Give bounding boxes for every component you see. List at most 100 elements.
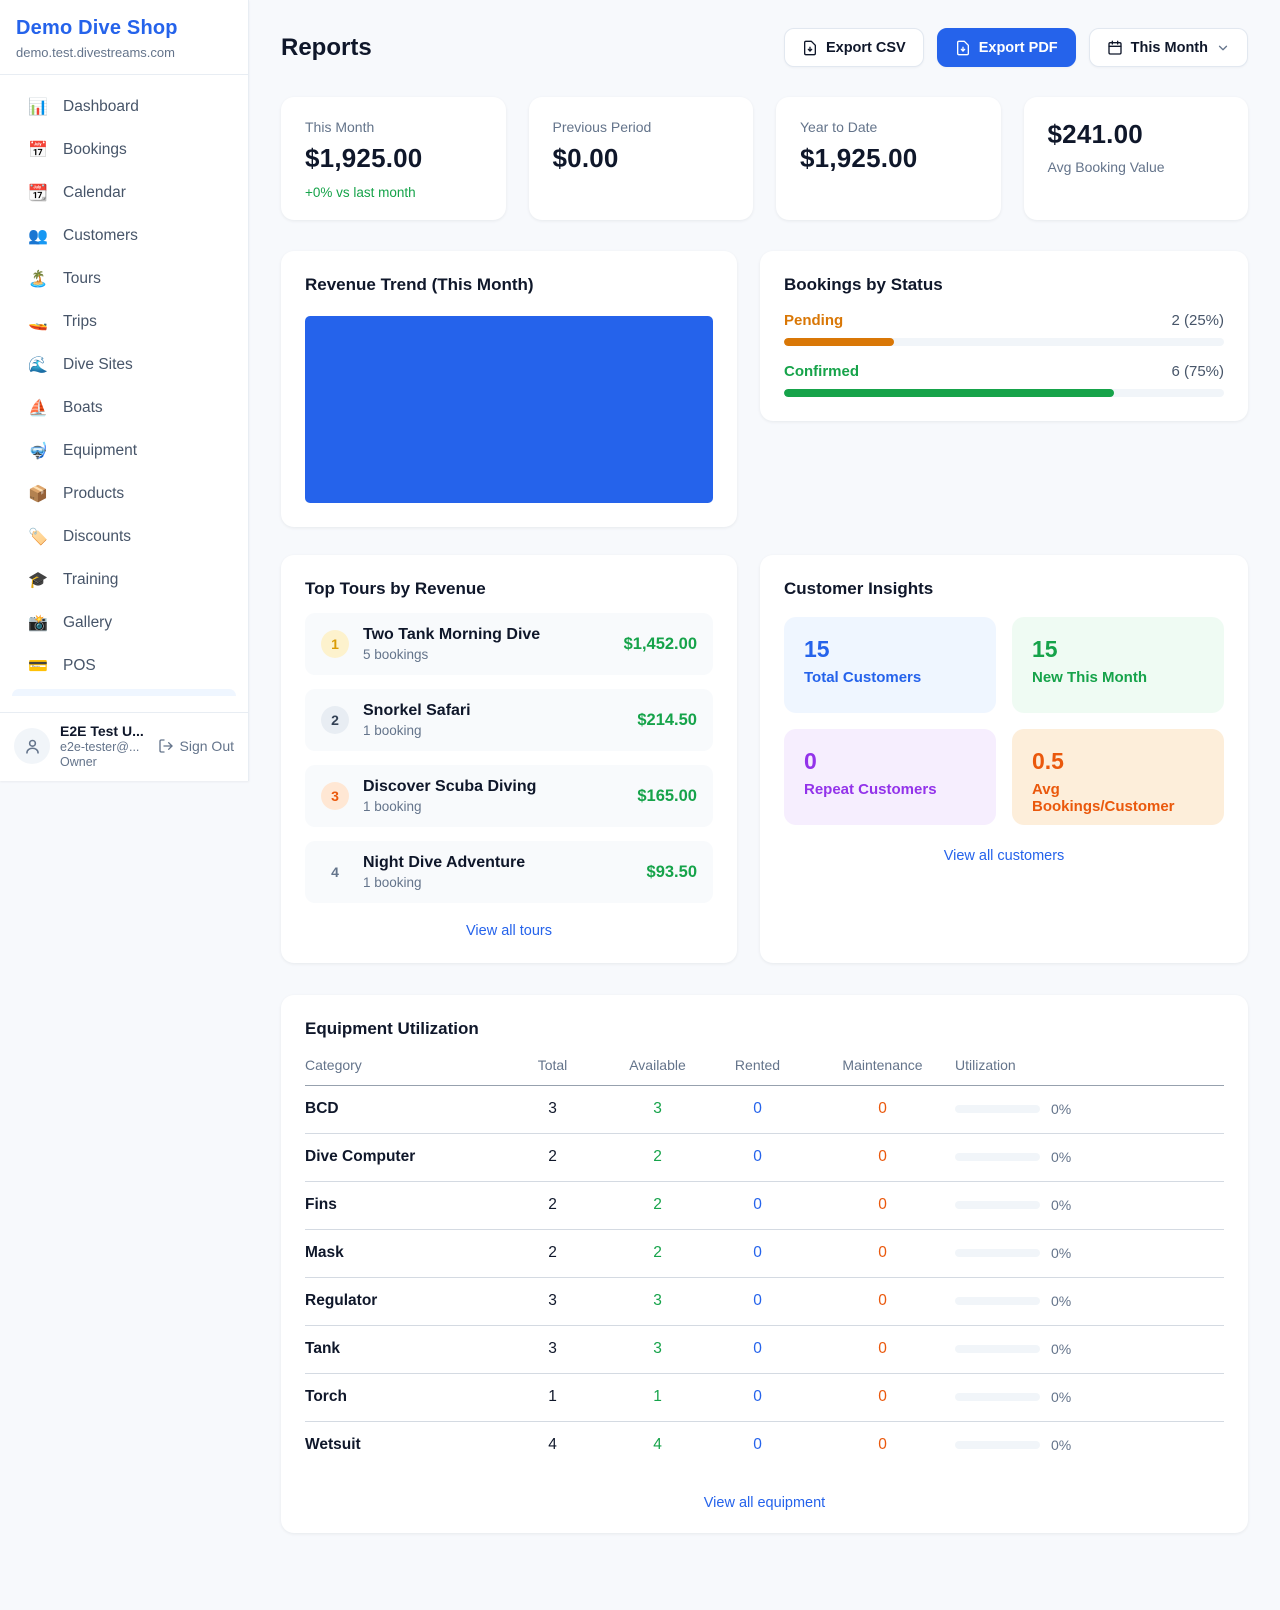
- period-dropdown[interactable]: This Month: [1089, 28, 1248, 67]
- sidebar-item-discounts[interactable]: 🏷️ Discounts: [0, 515, 248, 558]
- status-label-confirmed: Confirmed: [784, 363, 859, 380]
- brand-block: Demo Dive Shop demo.test.divestreams.com: [0, 0, 248, 75]
- view-all-customers-link[interactable]: View all customers: [784, 848, 1224, 864]
- view-all-equipment-link[interactable]: View all equipment: [305, 1495, 1224, 1511]
- export-pdf-button[interactable]: Export PDF: [937, 28, 1076, 67]
- progress-track: [784, 389, 1224, 397]
- cell-maintenance: 0: [810, 1388, 955, 1406]
- table-row-mask: Mask 2 2 0 0 0%: [305, 1230, 1224, 1278]
- cell-maintenance: 0: [810, 1244, 955, 1262]
- sidebar-item-trips[interactable]: 🚤 Trips: [0, 300, 248, 343]
- period-label: This Month: [1131, 40, 1208, 56]
- cell-total: 2: [495, 1196, 610, 1214]
- sidebar-item-dive-sites[interactable]: 🌊 Dive Sites: [0, 343, 248, 386]
- rank-badge: 3: [321, 782, 349, 810]
- tour-row[interactable]: 1 Two Tank Morning Dive 5 bookings $1,45…: [305, 613, 713, 675]
- sidebar-item-label: Dashboard: [63, 98, 139, 116]
- bookings-by-status-card: Bookings by Status Pending 2 (25%) Confi…: [760, 251, 1248, 421]
- sidebar-item-label: Bookings: [63, 141, 127, 159]
- sidebar-item-customers[interactable]: 👥 Customers: [0, 214, 248, 257]
- tile-label: New This Month: [1032, 669, 1204, 686]
- stat-value: $0.00: [553, 143, 730, 174]
- sidebar-item-boats[interactable]: ⛵ Boats: [0, 386, 248, 429]
- tour-row[interactable]: 3 Discover Scuba Diving 1 booking $165.0…: [305, 765, 713, 827]
- sidebar-item-dashboard[interactable]: 📊 Dashboard: [0, 85, 248, 128]
- revenue-trend-title: Revenue Trend (This Month): [305, 275, 713, 295]
- stat-label: Previous Period: [553, 119, 730, 135]
- utilization-bar: [955, 1345, 1040, 1353]
- tour-info: Snorkel Safari 1 booking: [363, 702, 623, 738]
- cell-total: 2: [495, 1148, 610, 1166]
- cell-category: Torch: [305, 1388, 495, 1406]
- cell-maintenance: 0: [810, 1148, 955, 1166]
- sign-out-button[interactable]: Sign Out: [158, 738, 234, 754]
- sidebar-item-label: Training: [63, 571, 118, 589]
- view-all-tours-link[interactable]: View all tours: [305, 923, 713, 939]
- cell-utilization: 0%: [955, 1245, 1224, 1261]
- calendar-icon: 📆: [28, 183, 48, 203]
- cell-rented: 0: [705, 1100, 810, 1118]
- tour-bookings: 5 bookings: [363, 647, 610, 662]
- tour-info: Two Tank Morning Dive 5 bookings: [363, 626, 610, 662]
- status-count-confirmed: 6 (75%): [1171, 363, 1224, 380]
- stat-label: Avg Booking Value: [1048, 159, 1225, 175]
- utilization-percent: 0%: [1051, 1293, 1071, 1309]
- utilization-bar: [955, 1297, 1040, 1305]
- sidebar-item-gallery[interactable]: 📸 Gallery: [0, 601, 248, 644]
- cell-available: 2: [610, 1244, 705, 1262]
- table-row-tank: Tank 3 3 0 0 0%: [305, 1326, 1224, 1374]
- sign-out-icon: [158, 738, 174, 754]
- sidebar-item-reports-partial[interactable]: [12, 689, 236, 696]
- status-row-pending: Pending 2 (25%): [784, 312, 1224, 346]
- top-tours-title: Top Tours by Revenue: [305, 579, 713, 599]
- sidebar-item-label: Calendar: [63, 184, 126, 202]
- cell-available: 2: [610, 1196, 705, 1214]
- sidebar-item-equipment[interactable]: 🤿 Equipment: [0, 429, 248, 472]
- stat-value: $1,925.00: [305, 143, 482, 174]
- sidebar-item-label: Dive Sites: [63, 356, 133, 374]
- bookings-by-status-title: Bookings by Status: [784, 275, 1224, 295]
- table-row-fins: Fins 2 2 0 0 0%: [305, 1182, 1224, 1230]
- sidebar-item-bookings[interactable]: 📅 Bookings: [0, 128, 248, 171]
- package-icon: 📦: [28, 484, 48, 504]
- utilization-percent: 0%: [1051, 1149, 1071, 1165]
- utilization-bar: [955, 1441, 1040, 1449]
- dashboard-icon: 📊: [28, 97, 48, 117]
- cell-rented: 0: [705, 1148, 810, 1166]
- tour-row[interactable]: 2 Snorkel Safari 1 booking $214.50: [305, 689, 713, 751]
- export-pdf-label: Export PDF: [979, 40, 1058, 56]
- stat-label: Year to Date: [800, 119, 977, 135]
- cell-rented: 0: [705, 1388, 810, 1406]
- tile-repeat-customers: 0 Repeat Customers: [784, 729, 996, 825]
- tour-name: Two Tank Morning Dive: [363, 626, 610, 644]
- cell-rented: 0: [705, 1244, 810, 1262]
- user-meta: E2E Test U... e2e-tester@... Owner: [60, 723, 148, 769]
- utilization-percent: 0%: [1051, 1437, 1071, 1453]
- person-icon: [23, 737, 42, 756]
- cell-available: 3: [610, 1292, 705, 1310]
- tour-info: Discover Scuba Diving 1 booking: [363, 778, 623, 814]
- tile-total-customers: 15 Total Customers: [784, 617, 996, 713]
- status-row-confirmed: Confirmed 6 (75%): [784, 363, 1224, 397]
- main-content: Reports Export CSV Export PDF This Month…: [249, 0, 1280, 1563]
- sidebar-item-products[interactable]: 📦 Products: [0, 472, 248, 515]
- sidebar-item-calendar[interactable]: 📆 Calendar: [0, 171, 248, 214]
- cell-rented: 0: [705, 1340, 810, 1358]
- sidebar-item-pos[interactable]: 💳 POS: [0, 644, 248, 687]
- stat-label: This Month: [305, 119, 482, 135]
- sidebar-item-tours[interactable]: 🏝️ Tours: [0, 257, 248, 300]
- utilization-percent: 0%: [1051, 1341, 1071, 1357]
- speedboat-icon: 🚤: [28, 312, 48, 332]
- sidebar-item-training[interactable]: 🎓 Training: [0, 558, 248, 601]
- cell-category: Fins: [305, 1196, 495, 1214]
- tour-row[interactable]: 4 Night Dive Adventure 1 booking $93.50: [305, 841, 713, 903]
- cell-maintenance: 0: [810, 1292, 955, 1310]
- rank-badge: 1: [321, 630, 349, 658]
- island-icon: 🏝️: [28, 269, 48, 289]
- cell-total: 3: [495, 1100, 610, 1118]
- tag-icon: 🏷️: [28, 527, 48, 547]
- export-csv-button[interactable]: Export CSV: [784, 28, 924, 67]
- tile-label: Total Customers: [804, 669, 976, 686]
- tile-value: 0.5: [1032, 748, 1204, 775]
- cell-category: Dive Computer: [305, 1148, 495, 1166]
